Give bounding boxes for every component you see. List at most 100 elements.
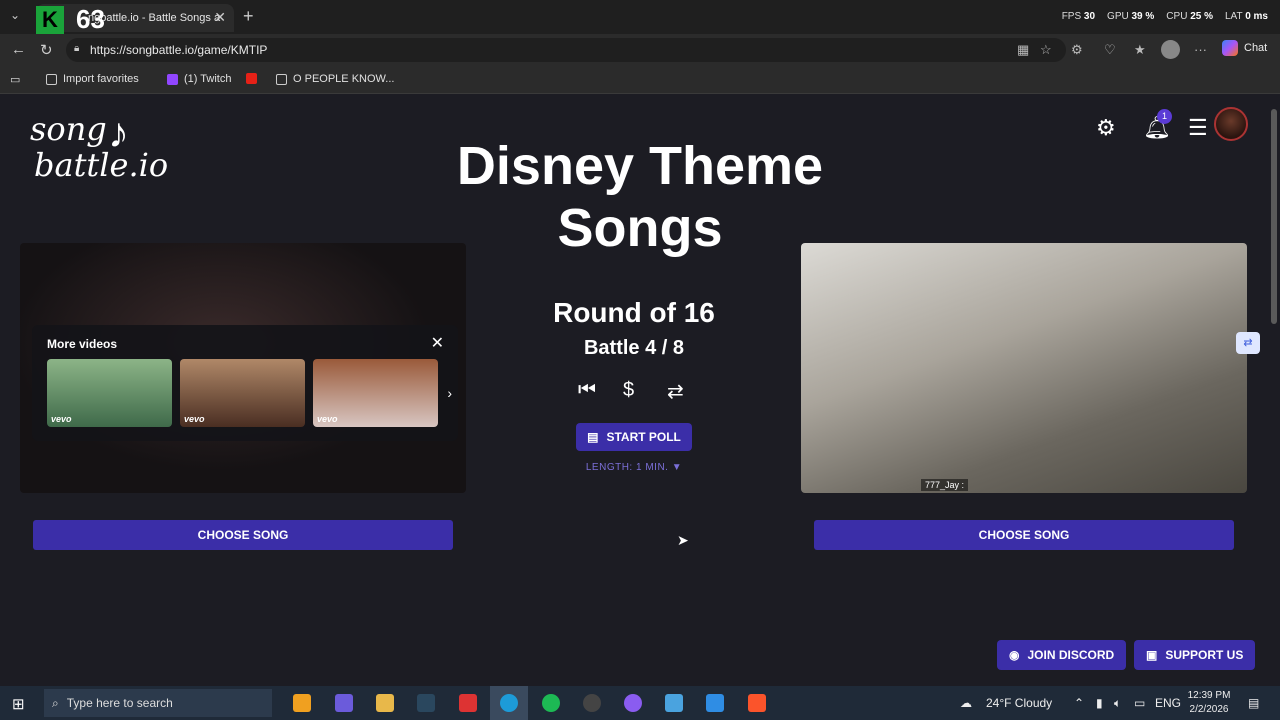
favorites-bar: ▭ Import favorites (1) Twitch O PEOPLE K… <box>0 66 1280 94</box>
hamburger-menu-icon[interactable]: ☰ <box>1188 115 1208 141</box>
stat-fps: FPS 30 <box>1061 11 1096 22</box>
copilot-icon <box>1222 40 1238 56</box>
start-poll-button[interactable]: ▤ START POLL <box>576 423 692 451</box>
url-text: https://songbattle.io/game/KMTIP <box>90 43 268 57</box>
windows-taskbar: ⊞ ⌕ Type here to search ☁ 24°F Cloudy ⌃ … <box>0 686 1280 720</box>
extensions-icon[interactable]: ⚙ <box>1071 42 1083 58</box>
new-tab-icon[interactable]: + <box>243 6 254 27</box>
battle-label: Battle 4 / 8 <box>583 337 685 359</box>
address-bar[interactable]: 🔒︎ https://songbattle.io/game/KMTIP <box>66 38 1066 62</box>
store-icon[interactable] <box>293 694 311 712</box>
browser-tabbar: ⌄ ngbattle.io - Battle Songs a ✕ K 63 + … <box>0 0 1280 34</box>
discord-app-icon[interactable] <box>624 694 642 712</box>
round-label: Round of 16 <box>553 297 715 328</box>
video-thumbnail[interactable]: vevo <box>47 359 172 427</box>
split-screen-icon[interactable]: ▦ <box>1017 42 1029 58</box>
browser-essentials-icon[interactable]: ♡ <box>1104 42 1116 58</box>
browser-toolbar: ← ↻ 🔒︎ https://songbattle.io/game/KMTIP … <box>0 34 1280 66</box>
fav-import[interactable]: Import favorites <box>46 73 139 85</box>
edge-icon[interactable] <box>500 694 518 712</box>
video-thumbnail[interactable]: vevo <box>180 359 305 427</box>
notification-badge: 1 <box>1157 109 1172 124</box>
fav-youtube[interactable] <box>246 73 257 84</box>
choose-song-left-button[interactable]: CHOOSE SONG <box>33 520 453 550</box>
more-videos-title: More videos <box>47 337 118 351</box>
scrollbar-thumb[interactable] <box>1271 109 1277 324</box>
mouse-cursor-icon: ➤ <box>677 532 689 548</box>
support-us-button[interactable]: ▣ SUPPORT US <box>1134 640 1256 670</box>
saxophone-icon: ♪ <box>108 109 129 156</box>
fav-people-know[interactable]: O PEOPLE KNOW... <box>276 73 394 85</box>
lock-icon: 🔒︎ <box>74 43 80 54</box>
stat-cpu: CPU 25 % <box>1166 11 1213 22</box>
stat-gpu: GPU 39 % <box>1107 11 1155 22</box>
more-videos-panel: More videos ✕ vevo vevo vevo › <box>32 325 458 441</box>
file-explorer-icon[interactable] <box>376 694 394 712</box>
favorites-icon[interactable]: ★ <box>1134 42 1146 58</box>
obs-icon[interactable] <box>583 694 601 712</box>
spotify-icon[interactable] <box>542 694 560 712</box>
refresh-icon[interactable]: ↻ <box>40 41 53 59</box>
f-app-icon[interactable] <box>706 694 724 712</box>
support-icon: ▣ <box>1146 648 1158 662</box>
chevron-right-icon[interactable]: › <box>447 385 452 401</box>
tab-title: ngbattle.io - Battle Songs a <box>88 12 221 24</box>
network-icon[interactable]: ▭ <box>1134 696 1145 710</box>
microphone-icon[interactable]: ▮ <box>1096 696 1103 710</box>
page-content: song battle.io ♪ Disney Theme Songs ⚙ 🔔︎… <box>0 95 1268 680</box>
page-title: Disney Theme Songs <box>456 136 824 258</box>
search-icon: ⌕ <box>52 695 59 710</box>
overlay-counter: 63 <box>76 4 105 34</box>
fav-twitch[interactable]: (1) Twitch <box>167 73 231 85</box>
choose-song-right-button[interactable]: CHOOSE SONG <box>814 520 1234 550</box>
page-scrollbar[interactable] <box>1268 95 1280 680</box>
tab-list-icon[interactable]: ⌄ <box>10 8 20 22</box>
browser-tab[interactable]: ngbattle.io - Battle Songs a ✕ <box>36 4 234 32</box>
weather-text[interactable]: 24°F Cloudy <box>986 696 1052 710</box>
overlay-k-logo: K <box>36 6 64 34</box>
video-thumbnail[interactable]: vevo <box>313 359 438 427</box>
video-player-right[interactable]: 777_Jay : <box>801 243 1247 493</box>
youtube-icon <box>246 73 257 84</box>
previous-icon[interactable]: ⏮ <box>578 379 596 402</box>
close-tab-icon[interactable]: ✕ <box>214 9 226 26</box>
page-icon <box>276 73 287 85</box>
import-icon <box>46 73 57 85</box>
steam-icon[interactable] <box>417 694 435 712</box>
windows-start-icon[interactable]: ⊞ <box>12 695 25 713</box>
chevron-up-icon[interactable]: ⌃ <box>1074 696 1084 710</box>
copilot-chat-button[interactable]: Chat <box>1222 40 1267 56</box>
favorites-toggle-icon[interactable]: ▭ <box>10 73 20 86</box>
poll-icon: ▤ <box>587 430 599 444</box>
settings-gear-icon[interactable]: ⚙ <box>1096 115 1116 141</box>
clock[interactable]: 12:39 PM 2/2/2026 <box>1184 689 1234 717</box>
discord-icon: ◉ <box>1009 648 1020 662</box>
chat-label: Chat <box>1244 42 1268 54</box>
weather-icon[interactable]: ☁ <box>960 696 972 710</box>
video-player-left[interactable]: More videos ✕ vevo vevo vevo › <box>20 243 466 493</box>
profile-avatar[interactable] <box>1161 40 1180 59</box>
wps-icon[interactable] <box>459 694 477 712</box>
more-menu-icon[interactable]: ··· <box>1194 42 1207 57</box>
songbattle-logo[interactable]: song battle.io ♪ <box>30 109 170 203</box>
join-discord-button[interactable]: ◉ JOIN DISCORD <box>997 640 1127 670</box>
copilot-app-icon[interactable] <box>335 694 353 712</box>
shuffle-icon[interactable]: ⇄ <box>667 379 684 404</box>
notifications-icon[interactable]: ▤ <box>1248 696 1259 710</box>
back-icon[interactable]: ← <box>11 41 26 58</box>
taskbar-search[interactable]: ⌕ Type here to search <box>44 689 272 717</box>
language-indicator[interactable]: ENG <box>1155 696 1181 710</box>
length-dropdown[interactable]: LENGTH: 1 MIN. ▼ <box>520 462 748 473</box>
window-app-icon[interactable] <box>665 694 683 712</box>
favorite-star-icon[interactable]: ☆ <box>1040 42 1052 58</box>
performance-stats: FPS 30 GPU 39 % CPU 25 % LAT 0 ms <box>1062 11 1268 22</box>
coin-icon[interactable]: $ <box>623 379 634 402</box>
stat-lat: LAT 0 ms <box>1225 11 1268 22</box>
user-avatar[interactable] <box>1214 107 1248 141</box>
close-icon[interactable]: ✕ <box>431 333 444 353</box>
stream-tag: 777_Jay : <box>921 479 969 491</box>
translate-icon[interactable]: ⇄ <box>1236 332 1260 354</box>
volume-icon[interactable]: 🔈︎ <box>1114 696 1121 711</box>
twitch-icon <box>167 73 178 85</box>
brave-icon[interactable] <box>748 694 766 712</box>
